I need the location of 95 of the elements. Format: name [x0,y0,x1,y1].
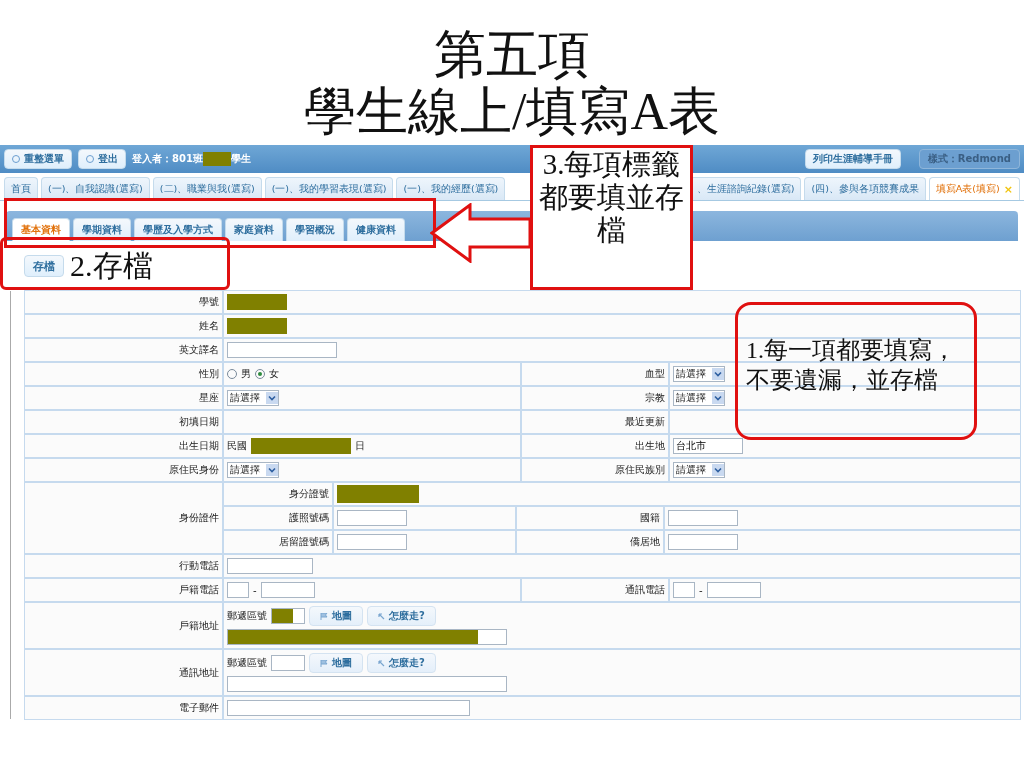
field-label: 英文譯名 [179,343,219,357]
chevron-down-icon [266,392,278,404]
input-field[interactable] [337,510,407,526]
field-label: 初填日期 [179,415,219,429]
input-field[interactable] [668,510,738,526]
input-field[interactable] [227,342,337,358]
redaction-block [227,318,287,334]
tab[interactable]: (一)、我的學習表現(選寫) [264,177,394,200]
input-field[interactable] [673,582,695,598]
input-field[interactable] [668,534,738,550]
subtab[interactable]: 學習概況 [286,218,344,241]
input-field[interactable]: 台北市 [673,438,743,454]
print-button[interactable]: 列印生涯輔導手冊 [804,149,901,169]
reload-menu-button[interactable]: 重整選單 [4,149,72,169]
field-label: 郵遞區號 [227,609,267,623]
input-field[interactable] [227,676,507,692]
tab[interactable]: 填寫A表(填寫) × [928,177,1020,200]
separator: - [253,584,257,596]
input-field[interactable] [227,558,313,574]
input-field[interactable] [271,608,305,624]
field-label: 身份證件 [179,511,219,525]
chevron-down-icon [712,368,724,380]
subtab[interactable]: 學歷及入學方式 [134,218,222,241]
subtab[interactable]: 家庭資料 [225,218,283,241]
tab[interactable]: 首頁 [4,177,38,200]
field-label: 護照號碼 [289,511,329,525]
separator: - [699,584,703,596]
field-label: 最近更新 [625,415,665,429]
tab[interactable]: (二)、職業與我(選寫) [152,177,262,200]
directions-button[interactable]: 怎麼走? [367,653,436,673]
field-label: 出生地 [635,439,665,453]
field-label: 學號 [199,295,219,309]
login-text: 學生 [230,152,251,166]
field-text: 民國 [227,439,247,453]
field-label: 出生日期 [179,439,219,453]
field-label: 性別 [199,367,219,381]
dropdown[interactable]: 請選擇 [227,462,279,478]
field-label: 姓名 [199,319,219,333]
tab[interactable]: (一)、自我認識(選寫) [41,177,150,200]
chevron-down-icon [712,464,724,476]
field-label: 通訊電話 [625,583,665,597]
input-field[interactable] [337,534,407,550]
radio-label: 男 [241,367,251,381]
login-text: 登入者：801班 [132,152,203,166]
slide-title: 第五項 [433,26,591,83]
redaction-block [202,152,231,166]
subtab[interactable]: 基本資料 [12,218,70,241]
input-field[interactable] [227,629,507,645]
map-button[interactable]: 地圖 [309,606,363,626]
field-text: 日 [355,439,365,453]
field-label: 電子郵件 [179,701,219,715]
dropdown[interactable]: 請選擇 [673,390,725,406]
tab[interactable]: (四)、參與各項競賽成果 [804,177,926,200]
save-button[interactable]: 存檔 [24,255,64,277]
field-label: 國籍 [640,511,660,525]
slide-title: 學生線上/填寫A表 [303,83,721,140]
directions-button[interactable]: 怎麼走? [367,606,436,626]
radio-label: 女 [269,367,279,381]
field-label: 戶籍地址 [179,618,219,633]
field-label: 原住民身份 [169,463,219,477]
dropdown[interactable]: 請選擇 [673,366,725,382]
arrow-icon [378,659,385,667]
input-field[interactable] [227,700,470,716]
tab[interactable]: 、生涯諮詢紀錄(選寫) [690,177,802,200]
annotation-text: 2.存檔 [70,247,153,284]
field-label: 通訊地址 [179,665,219,680]
logout-button[interactable]: 登出 [78,149,126,169]
field-label: 血型 [645,367,665,381]
field-label: 星座 [199,391,219,405]
arrow-icon [378,612,385,620]
annotation-text: 3.每項標籤都要填並存檔 [530,145,693,290]
field-label: 戶籍電話 [179,583,219,597]
input-field[interactable] [260,582,315,598]
flag-icon [320,612,328,620]
redaction-block [227,294,287,310]
field-label: 居留證號碼 [279,535,329,549]
chevron-down-icon [712,392,724,404]
field-label: 身分證號 [289,487,329,501]
input-field[interactable] [227,582,249,598]
annotation-text: 1.每一項都要填寫，不要遺漏，並存檔 [735,302,977,440]
tab[interactable]: (一)、我的經歷(選寫) [396,177,506,200]
map-button[interactable]: 地圖 [309,653,363,673]
field-label: 僑居地 [630,535,660,549]
field-label: 宗教 [645,391,665,405]
input-field[interactable] [706,582,761,598]
field-label: 郵遞區號 [227,656,267,670]
field-label: 行動電話 [179,559,219,573]
dropdown[interactable]: 請選擇 [227,390,279,406]
field-label: 原住民族別 [615,463,665,477]
dropdown[interactable]: 請選擇 [673,462,725,478]
subtab[interactable]: 健康資料 [347,218,405,241]
input-field[interactable] [271,655,305,671]
subtab[interactable]: 學期資料 [73,218,131,241]
chevron-down-icon [266,464,278,476]
flag-icon [320,659,328,667]
